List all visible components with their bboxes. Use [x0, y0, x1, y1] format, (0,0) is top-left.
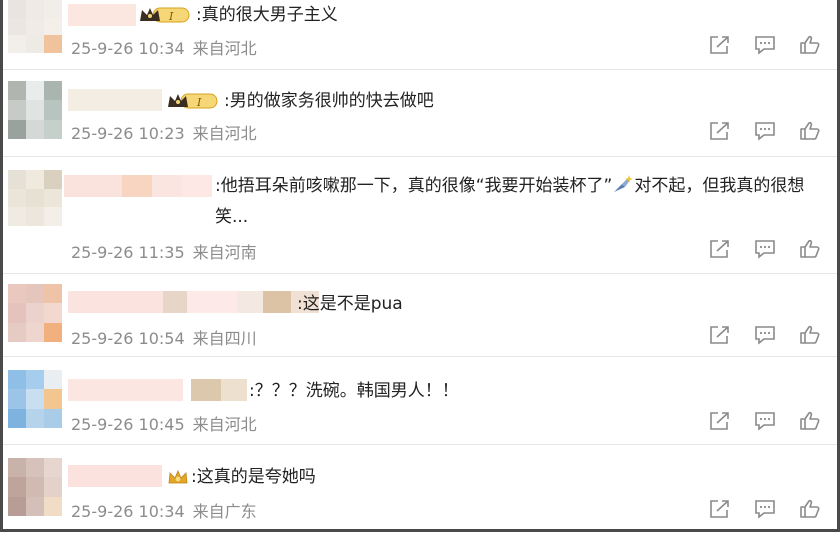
username-blurred[interactable]	[68, 379, 247, 401]
username-blurred[interactable]	[68, 4, 136, 26]
like-icon[interactable]	[799, 239, 821, 259]
comment-text: :他捂耳朵前咳嗽那一下，真的很像“我要开始装杯了” 对不起，但我真的很想笑...	[215, 171, 835, 233]
comment-icon[interactable]	[754, 411, 776, 431]
svg-text:I: I	[168, 10, 174, 23]
comment-meta: 25-9-26 10:54 来自四川	[71, 325, 257, 349]
comment-time: 25-9-26 10:45	[71, 415, 185, 434]
comment-item: :这真的是夸她吗 25-9-26 10:34 来自广东	[3, 445, 837, 529]
comment-text-line: :他捂耳朵前咳嗽那一下，真的很像“我要开始装杯了”	[215, 176, 613, 196]
share-icon[interactable]	[709, 499, 731, 519]
crown-level-badge-icon: I	[140, 7, 190, 23]
share-icon[interactable]	[709, 411, 731, 431]
comment-icon[interactable]	[754, 499, 776, 519]
comment-meta: 25-9-26 10:45 来自河北	[71, 411, 257, 435]
comment-actions	[709, 35, 821, 55]
share-icon[interactable]	[709, 239, 731, 259]
comment-meta: 25-9-26 10:34 来自河北	[71, 35, 257, 59]
like-icon[interactable]	[799, 35, 821, 55]
comment-meta: 25-9-26 10:23 来自河北	[71, 120, 257, 144]
comment-item: I :男的做家务很帅的快去做吧 25-9-26 10:23 来自河北	[3, 70, 837, 158]
comment-actions	[709, 121, 821, 141]
username-blurred[interactable]	[68, 89, 162, 111]
comment-text: :真的很大男子主义	[196, 5, 338, 25]
comment-meta: 25-9-26 10:34 来自广东	[71, 498, 257, 522]
comment-icon[interactable]	[754, 325, 776, 345]
comment-item: :？？？洗碗。韩国男人！！ 25-9-26 10:45 来自河北	[3, 357, 837, 445]
comment-time: 25-9-26 11:35	[71, 243, 185, 262]
sparkle-icon	[614, 175, 634, 192]
comment-location: 来自河北	[192, 39, 257, 58]
comment-text: :这是不是pua	[297, 294, 403, 314]
share-icon[interactable]	[709, 121, 731, 141]
comment-actions	[709, 325, 821, 345]
comment-meta: 25-9-26 11:35 来自河南	[71, 239, 257, 263]
avatar[interactable]	[8, 81, 62, 139]
comment-icon[interactable]	[754, 121, 776, 141]
comment-location: 来自河北	[192, 415, 257, 434]
comment-time: 25-9-26 10:54	[71, 329, 185, 348]
username-blurred[interactable]	[68, 291, 319, 313]
comment-text: :？？？洗碗。韩国男人！！	[249, 381, 459, 401]
small-crown-badge-icon	[168, 469, 188, 484]
avatar[interactable]	[8, 284, 62, 342]
username-blurred[interactable]	[68, 465, 162, 487]
comment-location: 来自河南	[192, 243, 257, 262]
like-icon[interactable]	[799, 499, 821, 519]
avatar[interactable]	[8, 458, 62, 516]
comment-location: 来自四川	[192, 329, 257, 348]
crown-level-badge-icon: I	[168, 93, 218, 109]
comment-time: 25-9-26 10:34	[71, 39, 185, 58]
avatar[interactable]	[8, 370, 62, 428]
comment-text: :这真的是夸她吗	[191, 467, 316, 487]
comment-text: :男的做家务很帅的快去做吧	[224, 91, 434, 111]
comment-actions	[709, 411, 821, 431]
comment-item: :这是不是pua 25-9-26 10:54 来自四川	[3, 274, 837, 357]
comment-icon[interactable]	[754, 239, 776, 259]
comment-time: 25-9-26 10:23	[71, 124, 185, 143]
avatar[interactable]	[8, 170, 62, 226]
comment-time: 25-9-26 10:34	[71, 502, 185, 521]
like-icon[interactable]	[799, 325, 821, 345]
comment-icon[interactable]	[754, 35, 776, 55]
comment-actions	[709, 499, 821, 519]
share-icon[interactable]	[709, 35, 731, 55]
like-icon[interactable]	[799, 121, 821, 141]
comment-location: 来自广东	[192, 502, 257, 521]
comment-item: I :真的很大男子主义 25-9-26 10:34 来自河北	[3, 0, 837, 70]
share-icon[interactable]	[709, 325, 731, 345]
comment-list: I :真的很大男子主义 25-9-26 10:34 来自河北 I:男的做家务很…	[0, 0, 840, 532]
like-icon[interactable]	[799, 411, 821, 431]
comment-item: :他捂耳朵前咳嗽那一下，真的很像“我要开始装杯了” 对不起，但我真的很想笑... …	[3, 157, 837, 274]
avatar[interactable]	[8, 0, 62, 53]
username-blurred[interactable]	[64, 175, 212, 197]
comment-location: 来自河北	[192, 124, 257, 143]
comment-actions	[709, 239, 821, 259]
svg-text:I: I	[196, 96, 202, 109]
